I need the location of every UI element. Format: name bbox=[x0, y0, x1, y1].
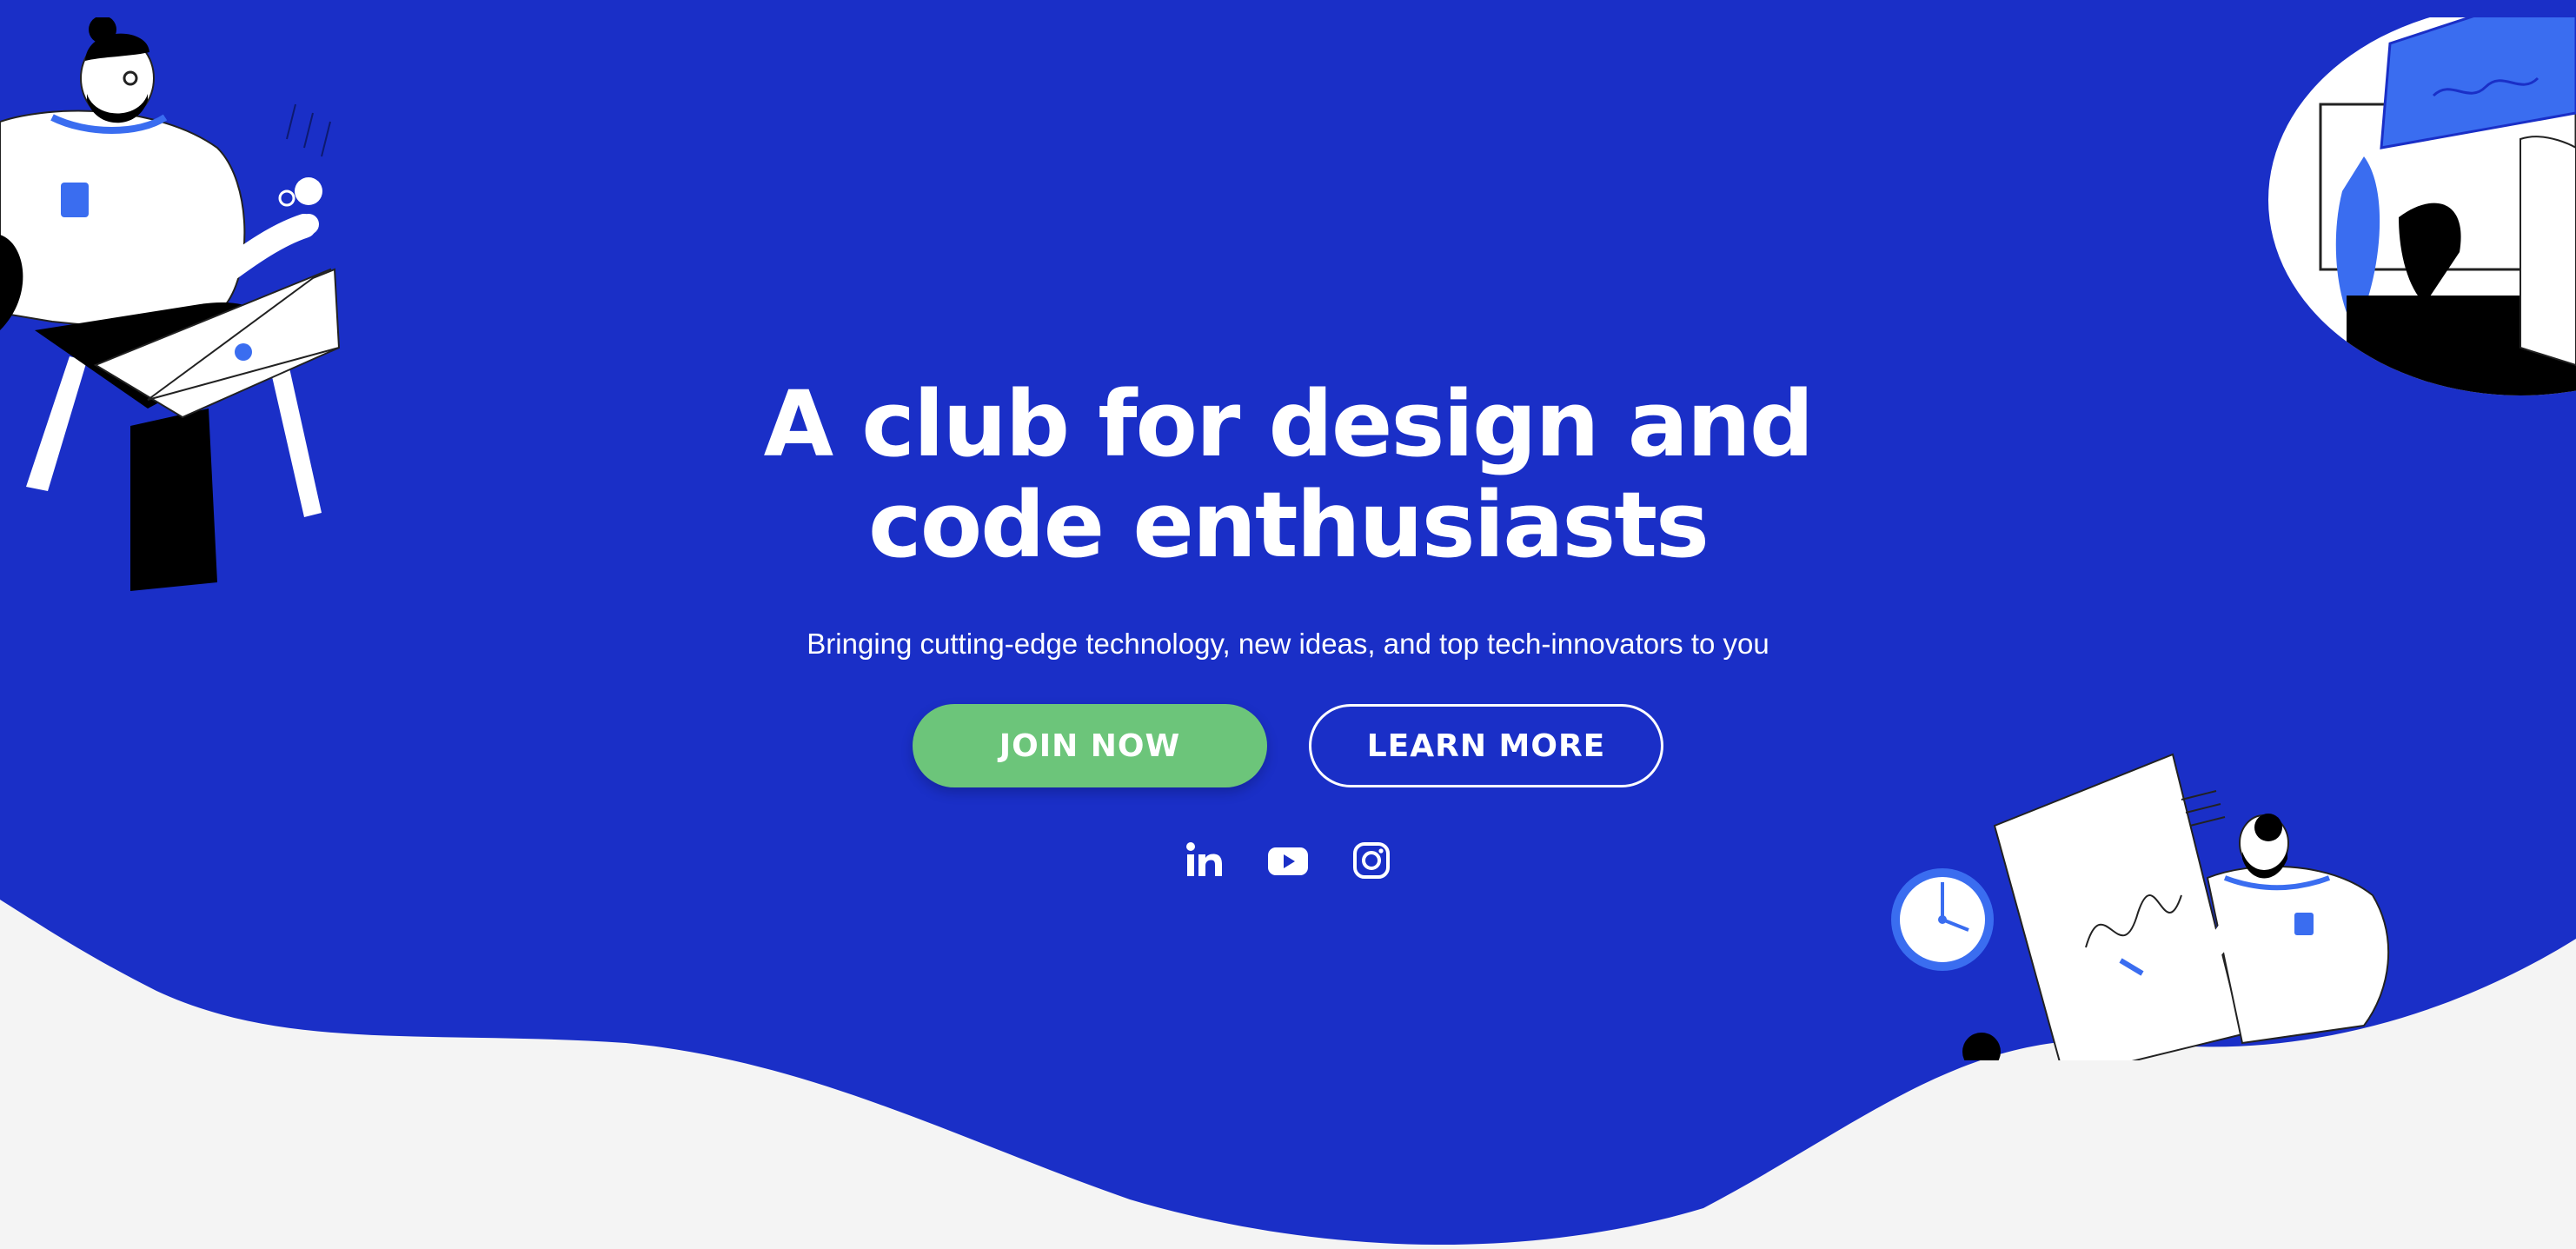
headline-line-2: code enthusiasts bbox=[868, 472, 1710, 578]
headline-line-1: A club for design and bbox=[763, 371, 1815, 477]
hero-section: A club for design and code enthusiasts B… bbox=[0, 0, 2576, 1249]
youtube-icon[interactable] bbox=[1267, 840, 1309, 881]
hero-headline: A club for design and code enthusiasts bbox=[680, 374, 1896, 575]
hero-subtitle: Bringing cutting-edge technology, new id… bbox=[807, 628, 1769, 660]
social-links bbox=[0, 840, 2576, 881]
join-now-button[interactable]: JOIN NOW bbox=[913, 704, 1267, 787]
instagram-icon[interactable] bbox=[1351, 840, 1392, 881]
learn-more-button[interactable]: LEARN MORE bbox=[1309, 704, 1663, 787]
cta-buttons: JOIN NOW LEARN MORE bbox=[0, 704, 2576, 787]
hero-content: A club for design and code enthusiasts B… bbox=[0, 374, 2576, 881]
desk-workers-illustration bbox=[2268, 17, 2576, 395]
linkedin-icon[interactable] bbox=[1184, 840, 1225, 881]
